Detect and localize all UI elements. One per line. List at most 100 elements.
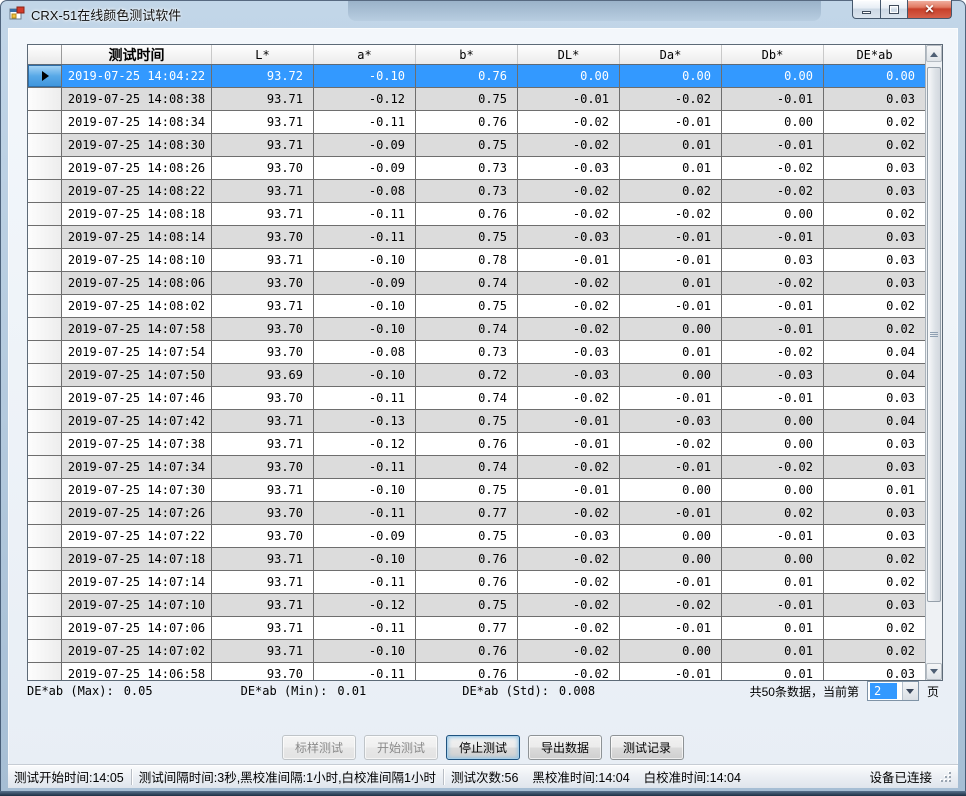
grid-cell[interactable]: -0.01	[620, 111, 722, 133]
grid-cell[interactable]: 0.76	[416, 65, 518, 87]
table-row[interactable]: 2019-07-25 14:07:1493.71-0.110.76-0.02-0…	[28, 571, 925, 594]
grid-cell[interactable]: 0.01	[722, 617, 824, 639]
table-row[interactable]: 2019-07-25 14:08:0693.70-0.090.74-0.020.…	[28, 272, 925, 295]
grid-cell[interactable]: 0.03	[824, 456, 925, 478]
grid-cell[interactable]: 93.70	[212, 272, 314, 294]
row-header-cell[interactable]	[28, 502, 62, 524]
grid-cell[interactable]: 0.01	[722, 663, 824, 680]
grid-cell[interactable]: 0.03	[824, 180, 925, 202]
grid-cell[interactable]: 93.71	[212, 88, 314, 110]
table-row[interactable]: 2019-07-25 14:07:5093.69-0.100.72-0.030.…	[28, 364, 925, 387]
vertical-scrollbar[interactable]	[925, 45, 942, 680]
grid-cell[interactable]: 0.74	[416, 456, 518, 478]
row-header-cell[interactable]	[28, 525, 62, 547]
grid-cell[interactable]: 0.77	[416, 502, 518, 524]
grid-cell[interactable]: -0.02	[722, 157, 824, 179]
grid-cell[interactable]: 0.00	[722, 111, 824, 133]
grid-cell[interactable]: 0.01	[722, 571, 824, 593]
grid-cell[interactable]: 0.03	[824, 88, 925, 110]
grid-cell[interactable]: -0.01	[620, 502, 722, 524]
grid-cell[interactable]: 93.71	[212, 617, 314, 639]
grid-cell[interactable]: -0.02	[518, 663, 620, 680]
row-header-cell[interactable]	[28, 272, 62, 294]
grid-corner-cell[interactable]	[28, 45, 62, 64]
row-header-cell[interactable]	[28, 203, 62, 225]
grid-cell[interactable]: 0.02	[824, 295, 925, 317]
grid-cell[interactable]: -0.01	[620, 663, 722, 680]
grid-cell[interactable]: 2019-07-25 14:07:22	[62, 525, 212, 547]
grid-cell[interactable]: -0.01	[620, 387, 722, 409]
grid-cell[interactable]: 2019-07-25 14:07:10	[62, 594, 212, 616]
grid-cell[interactable]: -0.02	[620, 433, 722, 455]
grid-cell[interactable]: 2019-07-25 14:07:18	[62, 548, 212, 570]
grid-cell[interactable]: 0.02	[824, 548, 925, 570]
grid-cell[interactable]: -0.02	[518, 640, 620, 662]
grid-cell[interactable]: 0.74	[416, 272, 518, 294]
grid-cell[interactable]: -0.02	[518, 387, 620, 409]
row-header-cell[interactable]	[28, 571, 62, 593]
grid-cell[interactable]: -0.02	[722, 341, 824, 363]
grid-cell[interactable]: -0.01	[620, 295, 722, 317]
grid-cell[interactable]: 2019-07-25 14:08:14	[62, 226, 212, 248]
row-header-cell[interactable]	[28, 180, 62, 202]
grid-cell[interactable]: 93.71	[212, 640, 314, 662]
grid-cell[interactable]: -0.11	[314, 226, 416, 248]
grid-cell[interactable]: 0.73	[416, 180, 518, 202]
combo-dropdown-button[interactable]	[902, 682, 918, 700]
grid-cell[interactable]: 93.71	[212, 180, 314, 202]
grid-cell[interactable]: 0.00	[620, 479, 722, 501]
row-header-cell[interactable]	[28, 387, 62, 409]
table-row[interactable]: 2019-07-25 14:07:0693.71-0.110.77-0.02-0…	[28, 617, 925, 640]
grid-cell[interactable]: 0.03	[824, 594, 925, 616]
column-header-a[interactable]: a*	[314, 45, 416, 64]
export-data-button[interactable]: 导出数据	[528, 735, 602, 760]
grid-cell[interactable]: -0.10	[314, 249, 416, 271]
row-header-cell[interactable]	[28, 456, 62, 478]
grid-cell[interactable]: -0.01	[722, 525, 824, 547]
stop-test-button[interactable]: 停止测试	[446, 735, 520, 760]
grid-cell[interactable]: 0.76	[416, 433, 518, 455]
grid-cell[interactable]: -0.02	[518, 111, 620, 133]
row-header-cell[interactable]	[28, 249, 62, 271]
grid-cell[interactable]: 2019-07-25 14:07:42	[62, 410, 212, 432]
grid-cell[interactable]: 0.04	[824, 364, 925, 386]
grid-cell[interactable]: -0.02	[518, 456, 620, 478]
grid-cell[interactable]: 0.02	[824, 134, 925, 156]
grid-cell[interactable]: 2019-07-25 14:07:58	[62, 318, 212, 340]
grid-cell[interactable]: 0.02	[620, 180, 722, 202]
grid-cell[interactable]: 0.73	[416, 341, 518, 363]
grid-cell[interactable]: -0.02	[722, 456, 824, 478]
grid-cell[interactable]: -0.01	[722, 318, 824, 340]
grid-cell[interactable]: -0.01	[722, 387, 824, 409]
row-header-cell[interactable]	[28, 226, 62, 248]
grid-cell[interactable]: 0.73	[416, 157, 518, 179]
table-row[interactable]: 2019-07-25 14:08:3493.71-0.110.76-0.02-0…	[28, 111, 925, 134]
table-row[interactable]: 2019-07-25 14:07:1893.71-0.100.76-0.020.…	[28, 548, 925, 571]
grid-cell[interactable]: -0.10	[314, 640, 416, 662]
grid-cell[interactable]: 93.70	[212, 502, 314, 524]
grid-cell[interactable]: 2019-07-25 14:07:02	[62, 640, 212, 662]
grid-cell[interactable]: -0.09	[314, 134, 416, 156]
grid-cell[interactable]: 0.75	[416, 88, 518, 110]
scrollbar-thumb[interactable]	[927, 67, 941, 602]
grid-cell[interactable]: 0.02	[824, 318, 925, 340]
grid-cell[interactable]: 0.74	[416, 387, 518, 409]
grid-cell[interactable]: 0.75	[416, 479, 518, 501]
grid-cell[interactable]: 0.03	[824, 663, 925, 680]
grid-cell[interactable]: 93.70	[212, 318, 314, 340]
table-row[interactable]: 2019-07-25 14:08:2693.70-0.090.73-0.030.…	[28, 157, 925, 180]
grid-cell[interactable]: 0.04	[824, 410, 925, 432]
scroll-up-button[interactable]	[926, 45, 942, 62]
grid-cell[interactable]: 0.01	[824, 479, 925, 501]
column-header-time[interactable]: 测试时间	[62, 45, 212, 64]
grid-cell[interactable]: 2019-07-25 14:07:26	[62, 502, 212, 524]
close-button[interactable]: ✕	[907, 0, 952, 19]
grid-cell[interactable]: 2019-07-25 14:07:38	[62, 433, 212, 455]
grid-cell[interactable]: -0.01	[518, 88, 620, 110]
grid-cell[interactable]: -0.02	[518, 594, 620, 616]
grid-cell[interactable]: 0.01	[620, 341, 722, 363]
grid-cell[interactable]: 0.01	[620, 134, 722, 156]
grid-cell[interactable]: 0.76	[416, 663, 518, 680]
grid-cell[interactable]: 93.71	[212, 433, 314, 455]
grid-cell[interactable]: 0.00	[722, 548, 824, 570]
